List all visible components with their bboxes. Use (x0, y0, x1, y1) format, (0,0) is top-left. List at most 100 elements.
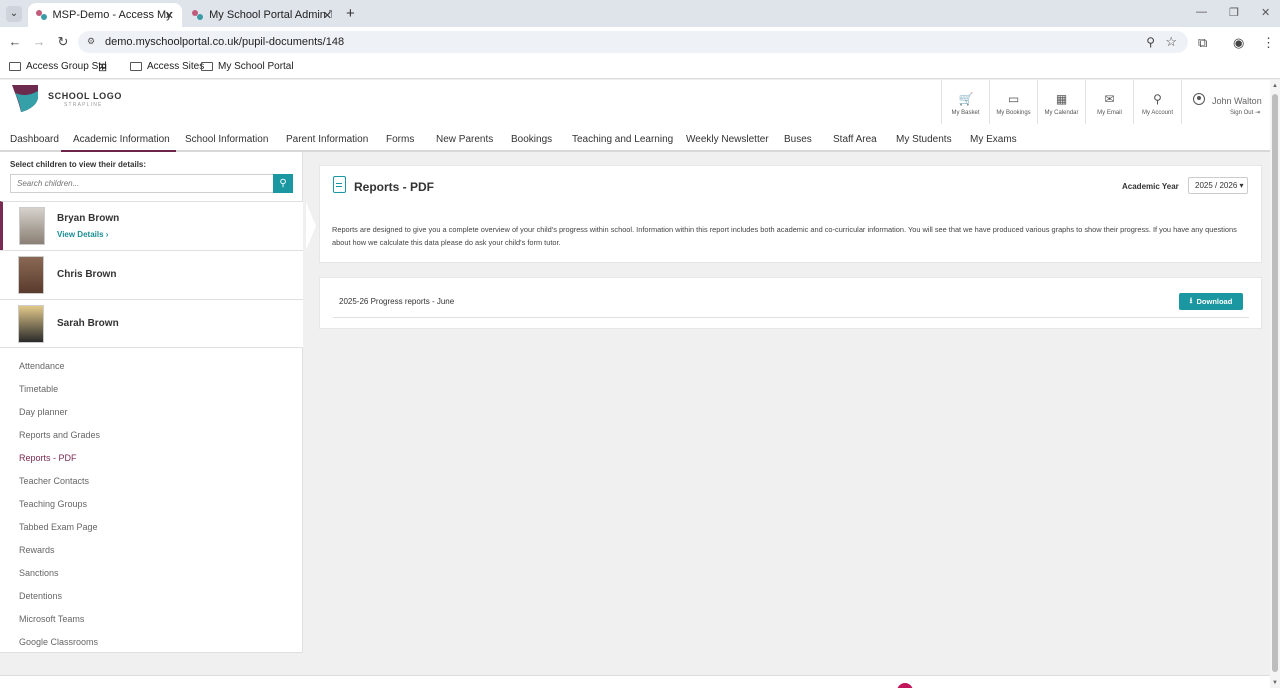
restore-button[interactable]: ❐ (1229, 6, 1239, 19)
new-tab-button[interactable]: + (346, 5, 355, 22)
sidebar-item-google-classrooms[interactable]: Google Classrooms (19, 637, 98, 647)
child-card-sarah[interactable]: Sarah Brown (0, 299, 303, 348)
bookmark-star-icon[interactable]: ☆ (1165, 34, 1177, 50)
sidebar-item-detentions[interactable]: Detentions (19, 591, 62, 601)
scroll-up-icon[interactable]: ▲ (1272, 83, 1278, 89)
child-card-chris[interactable]: Chris Brown (0, 250, 303, 299)
browser-tab-active[interactable]: MSP-Demo - Access My Schoo ✕ (28, 3, 182, 27)
bookmark-label: My School Portal (218, 61, 294, 72)
user-menu[interactable]: John Walton Sign Out ⇥ (1181, 80, 1270, 124)
bookmark-my-school-portal[interactable]: My School Portal (201, 61, 294, 72)
scroll-down-icon[interactable]: ▼ (1272, 680, 1278, 686)
site-info-icon[interactable]: ⚙ (87, 36, 98, 47)
site-favicon-icon (36, 9, 47, 21)
forward-arrow-icon[interactable]: → (31, 34, 47, 49)
sidebar-item-reports-and-grades[interactable]: Reports and Grades (19, 430, 100, 440)
scroll-thumb[interactable] (1272, 94, 1278, 672)
profile-icon[interactable]: ◉ (1233, 35, 1244, 51)
main-nav: Dashboard Academic Information School In… (0, 124, 1270, 152)
search-children-input[interactable] (10, 174, 273, 193)
browser-toolbar: ← → ↻ ⚙ demo.myschoolportal.co.uk/pupil-… (0, 27, 1280, 57)
extensions-icon[interactable]: ⧉ (1198, 35, 1207, 51)
user-name: John Walton (1212, 96, 1262, 106)
header-item-label: My Bookings (996, 110, 1031, 116)
browser-tab-bar: ⌄ MSP-Demo - Access My Schoo ✕ My School… (0, 0, 1280, 27)
download-button[interactable]: ⭳ Download (1179, 293, 1243, 310)
child-card-bryan[interactable]: Bryan Brown View Details › (0, 201, 316, 250)
nav-forms[interactable]: Forms (386, 134, 414, 145)
cart-icon: 🛒 (958, 92, 974, 106)
academic-year-select[interactable]: 2025 / 2026 ▾ (1188, 177, 1248, 194)
nav-my-exams[interactable]: My Exams (970, 134, 1017, 145)
sidebar-item-teacher-contacts[interactable]: Teacher Contacts (19, 476, 89, 486)
tab-title: My School Portal Admin Tools (209, 9, 332, 21)
sidebar-item-tabbed-exam-page[interactable]: Tabbed Exam Page (19, 522, 98, 532)
reports-list-panel (319, 277, 1262, 329)
close-window-button[interactable]: ✕ (1261, 6, 1270, 19)
sidebar-item-microsoft-teams[interactable]: Microsoft Teams (19, 614, 84, 624)
child-name: Bryan Brown (57, 213, 120, 224)
close-tab-icon[interactable]: ✕ (165, 9, 174, 22)
report-name: 2025-26 Progress reports - June (339, 297, 455, 306)
my-calendar-button[interactable]: ▦ My Calendar (1037, 80, 1085, 124)
sidebar-item-sanctions[interactable]: Sanctions (19, 568, 59, 578)
my-email-button[interactable]: ✉ My Email (1085, 80, 1133, 124)
nav-new-parents[interactable]: New Parents (436, 134, 493, 145)
sidebar-item-teaching-groups[interactable]: Teaching Groups (19, 499, 87, 509)
download-icon: ⭳ (1189, 295, 1193, 305)
nav-teaching-and-learning[interactable]: Teaching and Learning (572, 134, 673, 145)
sign-out-link[interactable]: Sign Out ⇥ (1230, 109, 1260, 116)
sidebar-item-day-planner[interactable]: Day planner (19, 407, 68, 417)
search-button[interactable]: ⚲ (273, 174, 293, 193)
nav-buses[interactable]: Buses (784, 134, 812, 145)
folder-icon (201, 62, 213, 71)
browser-tab[interactable]: My School Portal Admin Tools ✕ (184, 3, 340, 27)
reload-icon[interactable]: ↻ (55, 34, 71, 50)
logo-strapline: STRAPLINE (64, 102, 103, 108)
my-account-button[interactable]: ⚲ My Account (1133, 80, 1181, 124)
nav-parent-information[interactable]: Parent Information (286, 134, 368, 145)
avatar (18, 305, 44, 343)
nav-dashboard[interactable]: Dashboard (10, 134, 59, 145)
browser-menu-icon[interactable]: ⋮ (1262, 35, 1275, 51)
close-tab-icon[interactable]: ✕ (323, 9, 332, 22)
document-icon (333, 176, 346, 193)
my-basket-button[interactable]: 🛒 My Basket (941, 80, 989, 124)
back-arrow-icon[interactable]: ← (7, 34, 23, 49)
folder-icon (9, 62, 21, 71)
page-scrollbar[interactable]: ▲ ▼ (1270, 80, 1280, 688)
bookmark-label: Access Sites (147, 61, 205, 72)
nav-weekly-newsletter[interactable]: Weekly Newsletter (686, 134, 769, 145)
bookmarks-bar: Access Group Std ⊞ Access Sites My Schoo… (0, 57, 1280, 79)
sidebar-item-attendance[interactable]: Attendance (19, 361, 65, 371)
school-logo-icon[interactable] (11, 83, 39, 113)
user-avatar-icon (1193, 93, 1205, 105)
ticket-icon: ▭ (1007, 92, 1020, 106)
bookmark-access-group[interactable]: Access Group Std (9, 61, 107, 72)
page-footer (0, 675, 1270, 688)
apps-grid-icon[interactable]: ⊞ (98, 61, 107, 74)
avatar (18, 256, 44, 294)
sidebar-item-rewards[interactable]: Rewards (19, 545, 55, 555)
nav-bookings[interactable]: Bookings (511, 134, 552, 145)
view-details-link[interactable]: View Details › (57, 230, 108, 239)
sidebar-item-reports-pdf[interactable]: Reports - PDF (19, 453, 77, 463)
address-bar[interactable]: ⚙ demo.myschoolportal.co.uk/pupil-docume… (78, 31, 1188, 53)
tab-title: MSP-Demo - Access My Schoo (52, 9, 175, 21)
nav-school-information[interactable]: School Information (185, 134, 268, 145)
selected-child-pointer (306, 202, 316, 250)
header-item-label: My Email (1097, 110, 1122, 116)
header-item-label: My Account (1141, 110, 1173, 116)
url-text[interactable]: demo.myschoolportal.co.uk/pupil-document… (105, 36, 344, 48)
my-bookings-button[interactable]: ▭ My Bookings (989, 80, 1037, 124)
tab-search-icon[interactable]: ⌄ (6, 6, 22, 22)
download-label: Download (1196, 297, 1233, 306)
nav-staff-area[interactable]: Staff Area (833, 134, 877, 145)
nav-my-students[interactable]: My Students (896, 134, 952, 145)
nav-academic-information[interactable]: Academic Information (73, 134, 170, 145)
sidebar-item-timetable[interactable]: Timetable (19, 384, 58, 394)
minimize-button[interactable]: — (1196, 6, 1207, 18)
zoom-icon[interactable]: ⚲ (1146, 35, 1155, 49)
logo-text: SCHOOL LOGO (48, 91, 122, 101)
bookmark-access-sites[interactable]: Access Sites (130, 61, 204, 72)
